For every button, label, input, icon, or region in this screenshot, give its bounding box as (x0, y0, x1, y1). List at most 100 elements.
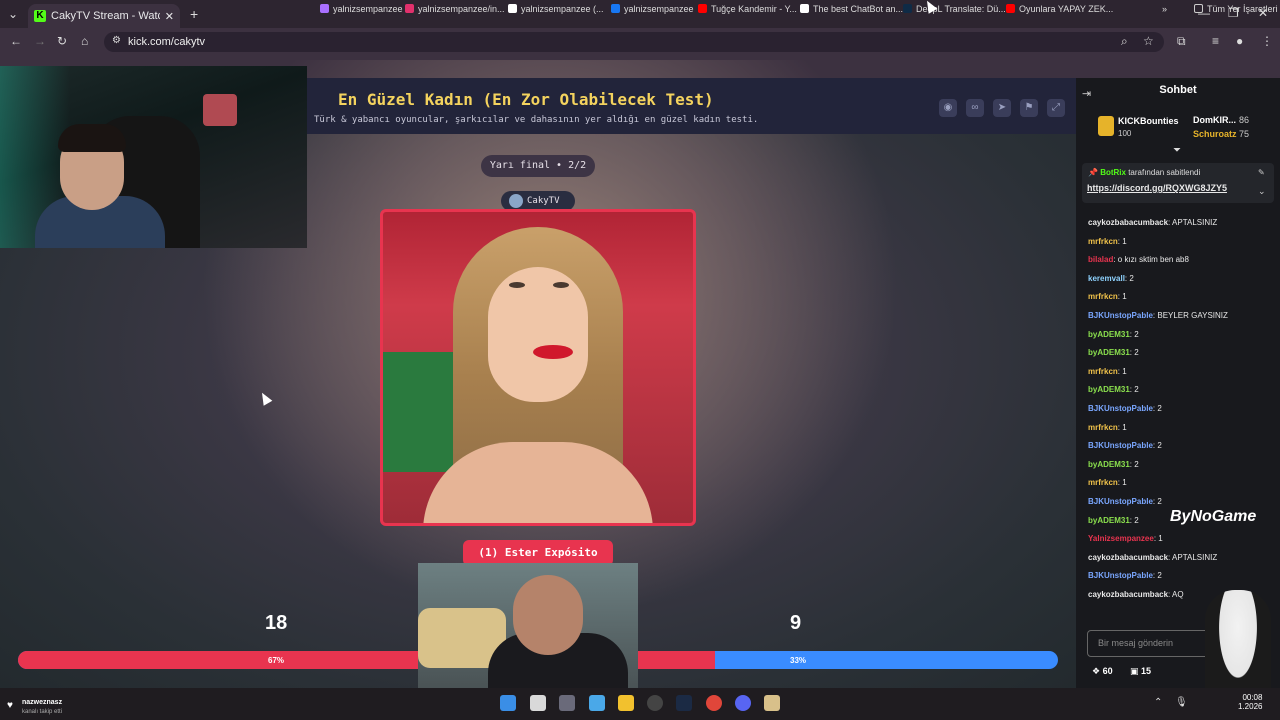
chat-username[interactable]: BJKUnstopPable (1088, 311, 1153, 320)
chat-message: caykozbabacumback: APTALSINIZ (1088, 553, 1217, 562)
tray-chevron-icon[interactable]: ⌃ (1154, 697, 1162, 708)
chat-message: byADEM31: 2 (1088, 516, 1139, 525)
bookmark-item[interactable]: yalnizsempanzee (... (508, 4, 604, 14)
chat-username[interactable]: mrfrkcn (1088, 423, 1118, 432)
tab-search-icon[interactable]: ⌄ (8, 7, 18, 21)
bookmark-label: Oyunlara YAPAY ZEK... (1019, 4, 1114, 14)
task-view-icon[interactable] (530, 695, 546, 711)
obs-icon[interactable] (647, 695, 663, 711)
avatar (509, 194, 523, 208)
chrome-icon[interactable] (706, 695, 722, 711)
bookmark-star-icon[interactable]: ☆ (1143, 34, 1154, 48)
chat-text: : 2 (1129, 516, 1139, 525)
media-icon[interactable]: ≡ (1212, 34, 1219, 48)
webcam-hair (58, 124, 126, 152)
rank-1-name[interactable]: DomKIR... (1193, 115, 1236, 125)
eye-icon[interactable]: ◉ (939, 99, 957, 117)
chat-username[interactable]: byADEM31 (1088, 516, 1130, 525)
link-icon[interactable]: ∞ (966, 99, 984, 117)
flag-icon[interactable]: ⚑ (1020, 99, 1038, 117)
microphone-icon[interactable]: 🎙 (1175, 697, 1188, 708)
pinned-link[interactable]: https://discord.gg/RQXWG8JZY5 (1087, 183, 1227, 193)
subscriber-count[interactable]: ▣ 15 (1130, 666, 1151, 677)
rank-2-name[interactable]: Schuroatz (1193, 129, 1237, 139)
chat-message: mrfrkcn: 1 (1088, 237, 1127, 246)
bookmarks-folder[interactable]: Tüm Yer İşaretleri (1194, 4, 1278, 14)
close-tab-icon[interactable]: ✕ (165, 10, 174, 23)
bookmark-item[interactable]: yalnizsempanzee/in... (405, 4, 505, 14)
game-title: En Güzel Kadın (En Zor Olabilecek Test) (338, 90, 714, 109)
discord-icon[interactable] (735, 695, 751, 711)
photo-face (488, 267, 588, 402)
bookmark-item[interactable]: Oyunlara YAPAY ZEK... (1006, 4, 1113, 14)
chat-text: : BEYLER GAYSINIZ (1152, 311, 1228, 320)
bookmark-item[interactable]: yalnizsempanzee (320, 4, 403, 14)
chat-username[interactable]: bilalad (1088, 255, 1113, 264)
bookmark-item[interactable]: DeepL Translate: Dü... (903, 4, 1006, 14)
forward-icon[interactable]: → (34, 34, 46, 48)
filter-icon[interactable]: ⏷ (1173, 145, 1181, 156)
chat-text: : 1 (1117, 292, 1127, 301)
chat-text: : 2 (1152, 571, 1162, 580)
media-player-icon[interactable] (764, 695, 780, 711)
chat-message: caykozbabacumback: AQ (1088, 590, 1184, 599)
chat-message: keremvall: 2 (1088, 274, 1134, 283)
fullscreen-icon[interactable]: ⤢ (1047, 99, 1065, 117)
chat-message: mrfrkcn: 1 (1088, 478, 1127, 487)
chat-username[interactable]: caykozbabacumback (1088, 218, 1168, 227)
clock[interactable]: 00:08 1.2026 (1238, 693, 1262, 711)
chat-username[interactable]: BJKUnstopPable (1088, 404, 1153, 413)
photo-eye-left (509, 282, 525, 288)
bounty-name[interactable]: KICKBounties (1118, 116, 1179, 126)
extensions-icon[interactable]: ⧉ (1177, 34, 1186, 49)
new-tab-icon[interactable]: + (190, 6, 198, 22)
chat-text: : 2 (1129, 460, 1139, 469)
bookmark-label: Tuğçe Kandemir - Y... (711, 4, 797, 14)
chat-message: byADEM31: 2 (1088, 385, 1139, 394)
chat-text: : 1 (1117, 237, 1127, 246)
chat-username[interactable]: mrfrkcn (1088, 478, 1118, 487)
chat-username[interactable]: BJKUnstopPable (1088, 441, 1153, 450)
chat-message: BJKUnstopPable: 2 (1088, 441, 1162, 450)
steam-icon[interactable] (676, 695, 692, 711)
chat-username[interactable]: BJKUnstopPable (1088, 571, 1153, 580)
photos-icon[interactable] (589, 695, 605, 711)
chat-username[interactable]: mrfrkcn (1088, 237, 1118, 246)
bookmark-item[interactable]: Tuğçe Kandemir - Y... (698, 4, 797, 14)
chat-username[interactable]: caykozbabacumback (1088, 590, 1168, 599)
home-icon[interactable]: ⌂ (81, 34, 88, 48)
chat-username[interactable]: byADEM31 (1088, 348, 1130, 357)
chat-username[interactable]: caykozbabacumback (1088, 553, 1168, 562)
bookmark-label: yalnizsempanzee (333, 4, 403, 14)
chat-username[interactable]: keremvall (1088, 274, 1125, 283)
start-icon[interactable] (500, 695, 516, 711)
back-icon[interactable]: ← (10, 34, 22, 48)
reload-icon[interactable]: ↻ (57, 34, 67, 48)
address-bar[interactable]: kick.com/cakytv (104, 32, 1164, 52)
site-info-icon[interactable]: ⚙ (112, 35, 121, 46)
bookmark-item[interactable]: yalnizsempanzee (611, 4, 694, 14)
zoom-icon[interactable]: ⌕ (1121, 34, 1128, 49)
profile-icon[interactable]: ● (1236, 34, 1243, 48)
unpin-icon[interactable]: ✎ (1258, 168, 1265, 177)
bookmark-label: yalnizsempanzee (624, 4, 694, 14)
chat-username[interactable]: BJKUnstopPable (1088, 497, 1153, 506)
channel-points[interactable]: ❖ 60 (1092, 666, 1113, 677)
chat-username[interactable]: byADEM31 (1088, 330, 1130, 339)
chat-username[interactable]: byADEM31 (1088, 385, 1130, 394)
chat-text: : 2 (1129, 330, 1139, 339)
more-bookmarks-icon[interactable]: » (1162, 4, 1167, 14)
bookmark-item[interactable]: The best ChatBot an... (800, 4, 903, 14)
browser-tab[interactable]: K CakyTV Stream - Watch Live ✕ (28, 4, 180, 28)
expand-pinned-icon[interactable]: ⌄ (1258, 186, 1266, 197)
chat-username[interactable]: mrfrkcn (1088, 292, 1118, 301)
pct-right: 33% (790, 656, 807, 665)
chat-username[interactable]: Yalnizsempanzee (1088, 534, 1154, 543)
chat-username[interactable]: mrfrkcn (1088, 367, 1118, 376)
chat-username[interactable]: byADEM31 (1088, 460, 1130, 469)
contestant-photo[interactable] (380, 209, 696, 526)
send-icon[interactable]: ➤ (993, 99, 1011, 117)
file-explorer-icon[interactable] (618, 695, 634, 711)
snipping-tool-icon[interactable] (559, 695, 575, 711)
menu-icon[interactable]: ⋮ (1261, 34, 1273, 48)
